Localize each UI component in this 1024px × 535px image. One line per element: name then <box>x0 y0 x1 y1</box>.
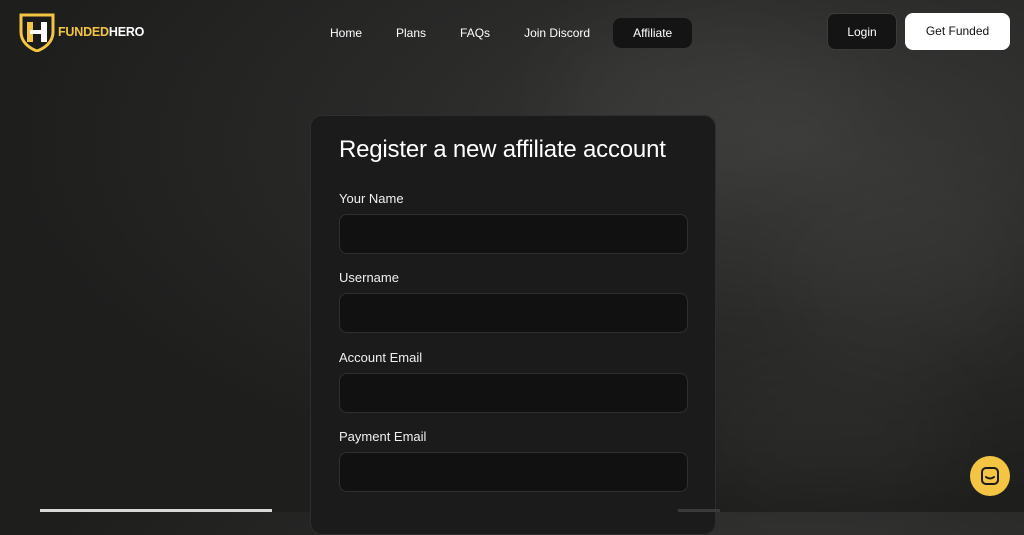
nav-plans[interactable]: Plans <box>379 18 443 48</box>
form-title: Register a new affiliate account <box>339 136 666 163</box>
shield-logo-icon <box>19 13 55 52</box>
brand-name-part2: HERO <box>108 25 145 39</box>
nav-home[interactable]: Home <box>313 18 379 48</box>
chat-support-button[interactable] <box>970 456 1010 496</box>
brand-name-part1: FUNDED <box>58 25 109 39</box>
payment-email-input[interactable] <box>339 452 688 492</box>
nav-affiliate[interactable]: Affiliate <box>613 18 693 48</box>
login-button[interactable]: Login <box>827 13 897 50</box>
main-nav: Home Plans FAQs Join Discord Affiliate <box>313 18 693 48</box>
payment-email-label: Payment Email <box>339 429 427 444</box>
nav-faqs[interactable]: FAQs <box>443 18 507 48</box>
site-header: FUNDEDHERO Home Plans FAQs Join Discord … <box>0 0 1024 66</box>
affiliate-register-card: Register a new affiliate account Your Na… <box>310 115 716 535</box>
username-input[interactable] <box>339 293 688 333</box>
brand-logo[interactable]: FUNDEDHERO <box>18 12 144 52</box>
account-email-input[interactable] <box>339 373 688 413</box>
your-name-input[interactable] <box>339 214 688 254</box>
chat-support-icon <box>981 467 999 485</box>
account-email-label: Account Email <box>339 350 423 365</box>
nav-join-discord[interactable]: Join Discord <box>507 18 607 48</box>
brand-wordmark: FUNDEDHERO <box>58 25 144 39</box>
your-name-label: Your Name <box>339 191 404 206</box>
get-funded-button[interactable]: Get Funded <box>905 13 1010 50</box>
username-label: Username <box>339 270 399 285</box>
